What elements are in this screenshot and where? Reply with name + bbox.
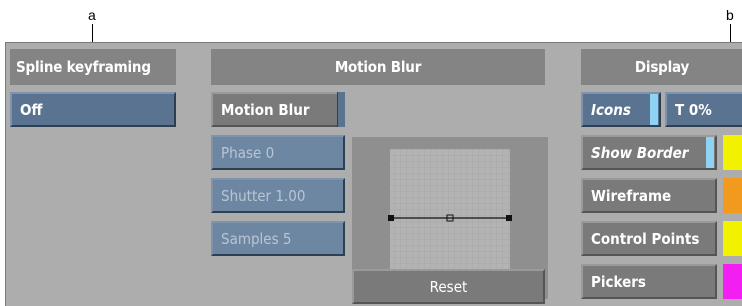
callout-a-label: a [88, 7, 96, 23]
spline-keyframing-button[interactable]: Off [10, 92, 176, 127]
shutter-field[interactable]: Shutter 1.00 [211, 178, 345, 213]
wireframe-color-swatch[interactable] [723, 178, 742, 213]
callout-b-label: b [726, 7, 734, 23]
phase-field[interactable]: Phase 0 [211, 135, 345, 170]
reset-button[interactable]: Reset [352, 269, 545, 304]
control-points-color-swatch[interactable] [723, 221, 742, 256]
curve-point-left [388, 215, 394, 221]
pickers-button[interactable]: Pickers [581, 264, 717, 299]
display-header: Display [581, 49, 742, 85]
spline-keyframing-header: Spline keyframing [10, 49, 176, 85]
editor-panel: Spline keyframing Off Motion Blur Motion… [5, 42, 742, 306]
icons-indicator [650, 94, 658, 125]
motion-blur-header: Motion Blur [211, 49, 545, 85]
control-points-button[interactable]: Control Points [581, 221, 717, 256]
curve-point-right [506, 215, 512, 221]
transparency-field[interactable]: T 0% [665, 92, 742, 127]
motion-blur-toggle-button[interactable]: Motion Blur [211, 92, 345, 127]
pickers-color-swatch[interactable] [723, 264, 742, 299]
show-border-indicator [706, 137, 714, 168]
wireframe-button[interactable]: Wireframe [581, 178, 717, 213]
samples-field[interactable]: Samples 5 [211, 221, 345, 256]
show-border-color-swatch[interactable] [723, 135, 742, 170]
motion-blur-toggle-indicator [337, 92, 345, 127]
icons-button[interactable]: Icons [581, 92, 661, 127]
show-border-button[interactable]: Show Border [581, 135, 717, 170]
